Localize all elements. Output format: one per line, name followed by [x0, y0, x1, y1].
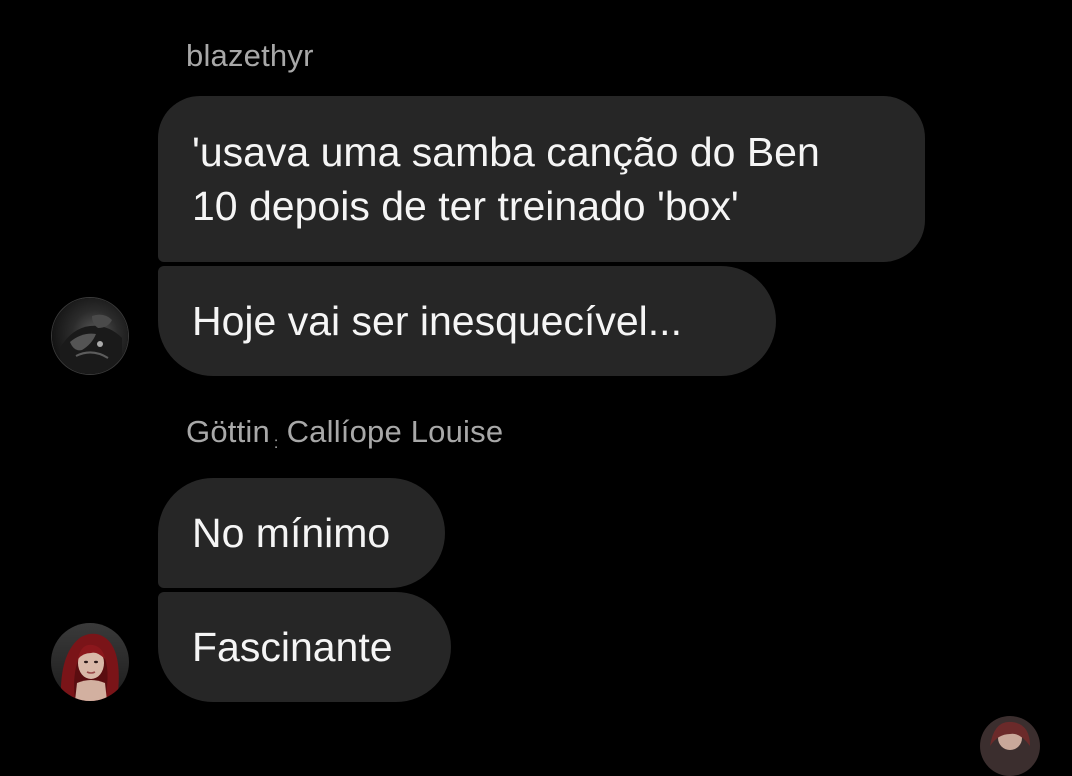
message-text: Hoje vai ser inesquecível...	[192, 298, 682, 344]
avatar-image	[51, 623, 129, 701]
message-text: 'usava uma samba canção do Ben 10 depois…	[192, 125, 820, 233]
user-avatar-redhair-photo-icon[interactable]	[51, 623, 129, 701]
message-line: 10 depois de ter treinado 'box'	[192, 183, 739, 229]
message-bubble[interactable]: Hoje vai ser inesquecível...	[158, 266, 776, 376]
sender-nickname[interactable]: Callíope Louise	[287, 414, 504, 449]
avatar-image	[980, 716, 1040, 776]
message-line: 'usava uma samba canção do Ben	[192, 129, 820, 175]
avatar-image	[52, 298, 128, 374]
message-bubble[interactable]: 'usava uma samba canção do Ben 10 depois…	[158, 96, 925, 262]
user-avatar-dark-photo-icon[interactable]	[51, 297, 129, 375]
name-separator: :	[273, 435, 279, 452]
sender-name-text[interactable]: blazethyr	[186, 38, 314, 73]
message-text: No mínimo	[192, 510, 391, 556]
message-bubble[interactable]: No mínimo	[158, 478, 445, 588]
message-text: Fascinante	[192, 624, 393, 670]
sender-name[interactable]: blazethyr	[186, 38, 314, 74]
partial-avatar-icon[interactable]	[980, 716, 1040, 776]
sender-name[interactable]: Göttin: Callíope Louise	[186, 414, 503, 453]
sender-name-text[interactable]: Göttin	[186, 414, 270, 449]
message-bubble[interactable]: Fascinante	[158, 592, 451, 702]
